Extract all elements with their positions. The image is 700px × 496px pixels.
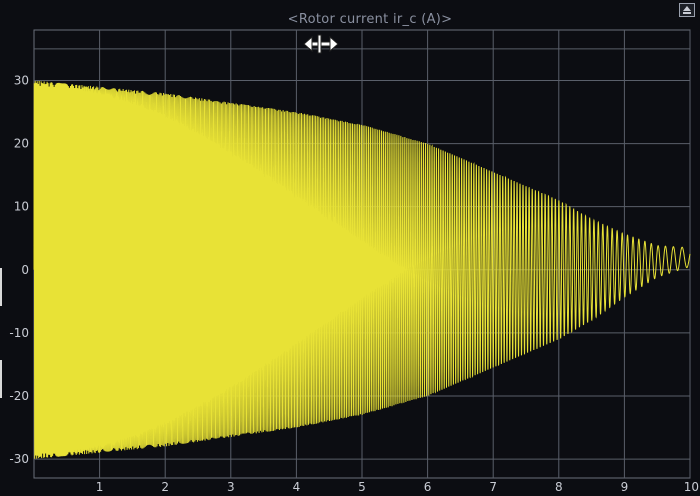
x-tick-label: 4 xyxy=(293,480,301,494)
scope-window: 30 20 10 0 -10 -20 -30 1 2 3 4 5 6 7 8 9 10 <Rotor curr… xyxy=(0,0,700,496)
plot-title: <Rotor current ir_c (A)> xyxy=(287,12,453,27)
x-tick-label: 2 xyxy=(161,480,169,494)
horizontal-zoom-cursor-icon xyxy=(303,34,339,54)
y-tick-label: 10 xyxy=(14,200,29,214)
y-tick-label: -10 xyxy=(9,326,29,340)
plot-area[interactable]: 30 20 10 0 -10 -20 -30 1 2 3 4 5 6 7 8 9 10 xyxy=(0,0,700,496)
x-axis-ticks: 1 2 3 4 5 6 7 8 9 10 xyxy=(96,480,699,494)
y-tick-label: 0 xyxy=(21,263,29,277)
y-tick-label: -20 xyxy=(9,389,29,403)
y-tick-label: 30 xyxy=(14,73,29,87)
y-tick-label: 20 xyxy=(14,137,29,151)
x-tick-label: 10 xyxy=(684,480,699,494)
x-tick-label: 3 xyxy=(227,480,235,494)
restore-button[interactable] xyxy=(679,3,695,17)
y-tick-label: -30 xyxy=(9,452,29,466)
x-tick-label: 9 xyxy=(621,480,629,494)
x-tick-label: 1 xyxy=(96,480,104,494)
x-tick-label: 5 xyxy=(358,480,366,494)
y-axis-ticks: 30 20 10 0 -10 -20 -30 xyxy=(9,73,29,466)
x-tick-label: 7 xyxy=(489,480,497,494)
restore-icon xyxy=(683,6,691,14)
x-tick-label: 8 xyxy=(555,480,563,494)
x-tick-label: 6 xyxy=(424,480,432,494)
